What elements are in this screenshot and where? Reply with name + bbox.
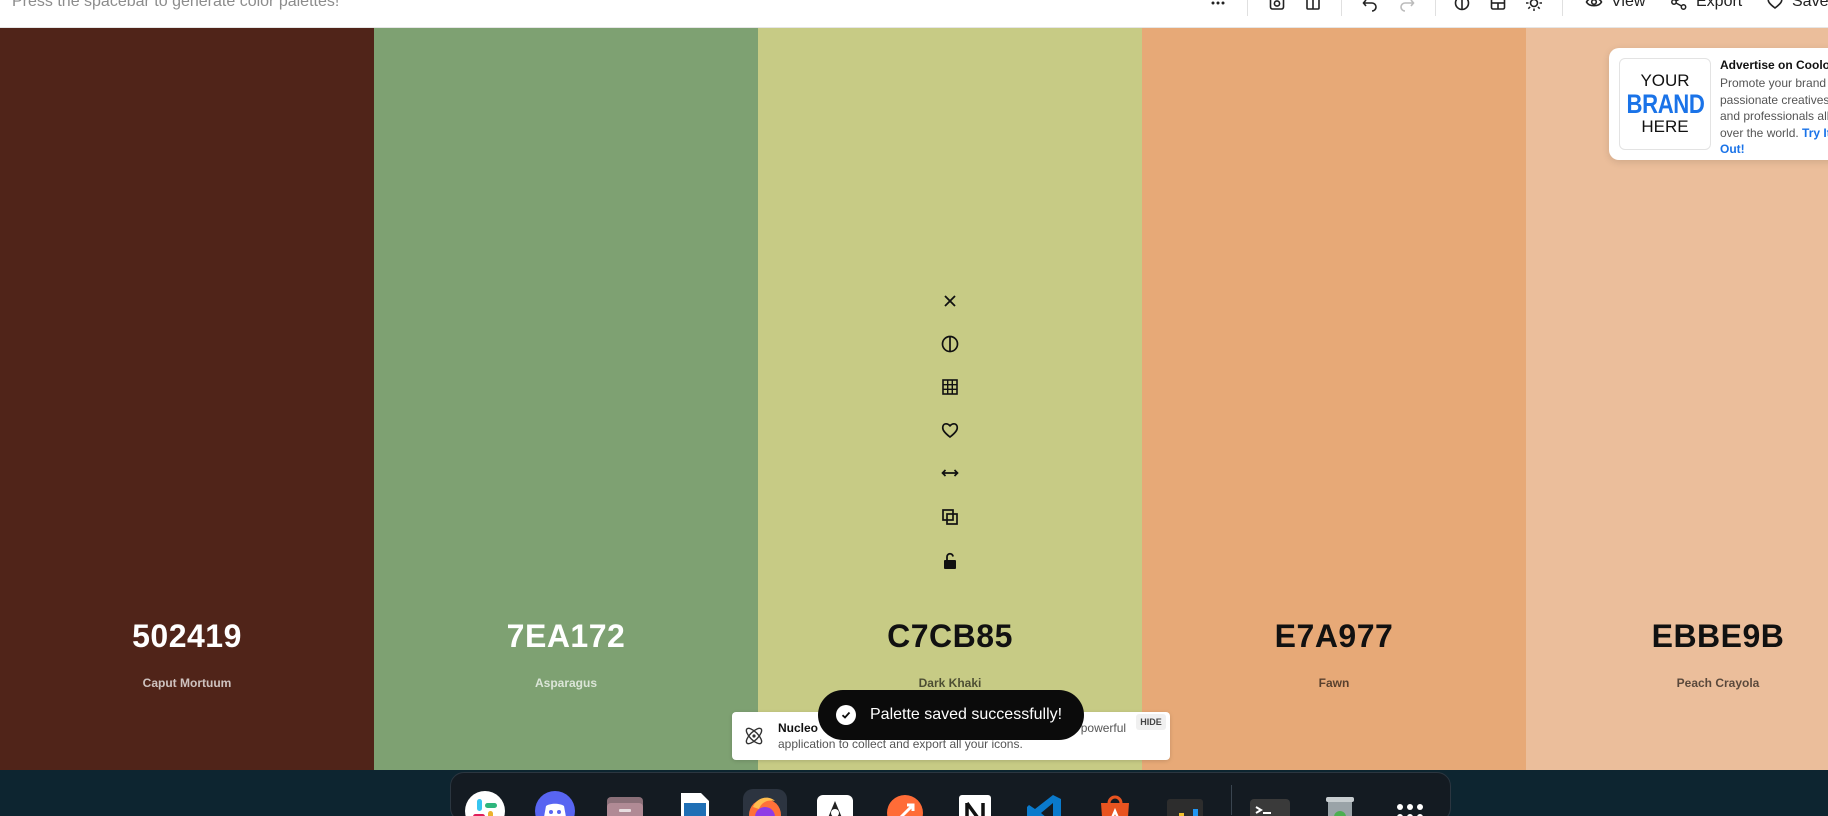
inkscape-icon[interactable] (813, 789, 857, 816)
export-label: Export (1696, 0, 1743, 10)
undo-icon[interactable] (1361, 0, 1379, 12)
firefox-icon[interactable] (743, 789, 787, 816)
book-icon[interactable] (1304, 0, 1322, 12)
ad-title: Advertise on Coolors (1720, 58, 1828, 72)
shades-grid-icon[interactable] (938, 375, 962, 399)
color-name: Caput Mortuum (142, 676, 232, 690)
contrast-icon[interactable] (1453, 0, 1471, 12)
trash-icon[interactable] (1318, 789, 1362, 816)
export-button[interactable]: Export (1670, 0, 1742, 12)
brand-logo-line: HERE (1641, 117, 1689, 137)
ad-text: Promote your brand to passionate creativ… (1720, 75, 1828, 158)
color-hex-code[interactable]: 502419 (0, 618, 374, 655)
notion-icon[interactable] (953, 789, 997, 816)
libreoffice-impress-icon[interactable] (673, 789, 717, 816)
toolbar-divider (1435, 0, 1436, 16)
close-icon[interactable] (938, 289, 962, 313)
palette-color-column[interactable]: 7EA172 Asparagus (374, 28, 758, 770)
share-icon (1671, 0, 1687, 10)
generate-hint: Press the spacebar to generate color pal… (12, 0, 340, 10)
brand-logo: YOUR BRAND HERE (1619, 58, 1711, 150)
top-toolbar: Press the spacebar to generate color pal… (0, 0, 1828, 28)
view-button[interactable]: View (1585, 0, 1645, 12)
drag-icon[interactable] (938, 461, 962, 485)
view-label: View (1611, 0, 1646, 10)
sun-icon[interactable] (1525, 0, 1543, 12)
color-name: Dark Khaki (918, 676, 982, 690)
eye-icon (1585, 0, 1603, 7)
color-hex-code[interactable]: EBBE9B (1526, 618, 1828, 655)
unlock-icon[interactable] (938, 549, 962, 573)
vscode-icon[interactable] (1023, 789, 1067, 816)
color-name: Fawn (1318, 676, 1350, 690)
ad-card[interactable]: YOUR BRAND HERE Advertise on Coolors Pro… (1609, 48, 1828, 160)
nucleo-icon (742, 724, 766, 748)
palette: 502419 Caput Mortuum 7EA172 Asparagus C7… (0, 28, 1828, 770)
heart-icon (1767, 0, 1783, 10)
color-name: Asparagus (534, 676, 598, 690)
palette-color-column[interactable]: E7A977 Fawn (1142, 28, 1526, 770)
postman-icon[interactable] (883, 789, 927, 816)
more-options-icon[interactable] (1209, 0, 1227, 12)
contrast-icon[interactable] (938, 332, 962, 356)
hide-button[interactable]: HIDE (1136, 714, 1166, 730)
brand-logo-line: YOUR (1640, 70, 1690, 90)
toolbar-divider (1562, 0, 1563, 16)
camera-icon[interactable] (1268, 0, 1286, 12)
color-hex-code[interactable]: C7CB85 (758, 618, 1142, 655)
save-button[interactable]: Save (1766, 0, 1828, 12)
toolbar-divider (1341, 0, 1342, 16)
discord-icon[interactable] (533, 789, 577, 816)
heart-icon[interactable] (938, 418, 962, 442)
redo-icon[interactable] (1398, 0, 1416, 12)
toast-message: Palette saved successfully! (870, 706, 1063, 723)
slack-icon[interactable] (463, 789, 507, 816)
app-center-icon[interactable] (1093, 789, 1137, 816)
palette-color-column[interactable]: C7CB85 Dark Khaki (758, 28, 1142, 770)
save-label: Save (1792, 0, 1828, 10)
dock (450, 772, 1451, 816)
files-icon[interactable] (603, 789, 647, 816)
system-monitor-icon[interactable] (1163, 789, 1207, 816)
success-toast: Palette saved successfully! (818, 690, 1084, 740)
toolbar-divider (1247, 0, 1248, 16)
show-apps-icon[interactable] (1388, 789, 1432, 816)
check-circle-icon (836, 705, 856, 725)
layout-icon[interactable] (1489, 0, 1507, 12)
color-hex-code[interactable]: 7EA172 (374, 618, 758, 655)
palette-color-column[interactable]: 502419 Caput Mortuum (0, 28, 374, 770)
brand-logo-line: BRAND (1626, 88, 1704, 119)
color-name: Peach Crayola (1676, 676, 1760, 690)
terminal-icon[interactable] (1248, 789, 1292, 816)
color-hex-code[interactable]: E7A977 (1142, 618, 1526, 655)
dock-separator (1231, 785, 1232, 815)
copy-icon[interactable] (938, 505, 962, 529)
promo-title: Nucleo (778, 721, 819, 735)
